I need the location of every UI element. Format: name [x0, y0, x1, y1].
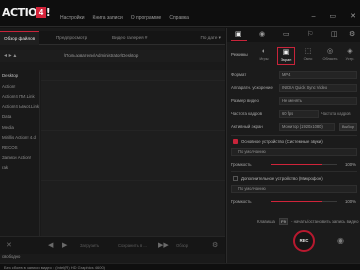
- menu-item-settings[interactable]: Настройки: [60, 15, 85, 21]
- play-icon[interactable]: ▶: [62, 241, 67, 251]
- main-menu: Настройки Книга записи О программе Справ…: [60, 15, 189, 21]
- settings-tab-icon[interactable]: ⚙: [349, 31, 355, 39]
- active-screen-select[interactable]: Монитор (1920x1080): [279, 123, 335, 131]
- file-actions-bar: ✕ ◀ ▶ Загрузить Сохранить в ... ▶▶ Обзор…: [0, 236, 225, 254]
- main-volume-fill: [271, 164, 322, 165]
- screenshot-tab-icon[interactable]: ▭: [283, 31, 290, 39]
- extra-audio-label: Дополнительное устройство (Микрофон): [241, 176, 323, 181]
- browser-tabs: Обзор файлов Предпросмотр Видео галерея …: [0, 31, 225, 45]
- logo-badge: 4: [36, 7, 46, 18]
- active-screen-label: Активный экран: [231, 124, 263, 129]
- hotkey-key: F9: [279, 218, 288, 225]
- framerate-label: Частота кадров: [231, 111, 263, 116]
- tree-item[interactable]: Action!4 ПИ.Link: [2, 94, 35, 99]
- main-audio-checkbox[interactable]: [233, 139, 238, 144]
- mode-screen[interactable]: ▣ Экран: [277, 47, 295, 65]
- tree-item[interactable]: Desktop: [2, 73, 18, 78]
- settings-tabs: ▣ ◉ ▭ ⚐ ◫ ⚙: [227, 28, 360, 42]
- format-label: Формат: [231, 72, 247, 77]
- window-controls: – ▭ ✕: [312, 13, 356, 20]
- maximize-icon[interactable]: ▭: [330, 13, 337, 20]
- stream-tab-icon[interactable]: ◉: [259, 31, 265, 39]
- main-volume-value: 100%: [345, 162, 356, 167]
- hotkey-description: - начать/остановить запись видео: [291, 219, 359, 224]
- path-bar: ◂ ▸ ▴ \Пользователи\Administrator\Deskto…: [0, 50, 225, 62]
- main-volume-label: Громкость: [231, 162, 252, 167]
- mode-region[interactable]: ◎ Область: [321, 47, 339, 65]
- screen-icon: ▣: [282, 49, 290, 56]
- record-button[interactable]: REC: [293, 230, 315, 252]
- delete-icon[interactable]: ✕: [6, 241, 12, 251]
- nav-arrows-icon[interactable]: ◂ ▸ ▴: [4, 52, 16, 59]
- video-size-row: Размер видео Не менять: [231, 97, 357, 105]
- modes-label: Режимы: [231, 52, 248, 57]
- hotkey-prefix: Клавиша: [257, 219, 275, 224]
- sort-dropdown[interactable]: По дате ▾: [201, 35, 221, 41]
- webcam-icon[interactable]: ◉: [337, 236, 344, 245]
- gear-icon[interactable]: ⚙: [212, 241, 218, 251]
- extra-volume-value: 100%: [345, 199, 356, 204]
- minimize-icon[interactable]: –: [312, 13, 316, 20]
- tab-preview[interactable]: Предпросмотр: [52, 31, 91, 45]
- forward-icon[interactable]: ▶▶: [158, 241, 169, 251]
- hw-accel-label: Аппаратн. ускорение: [231, 85, 273, 90]
- mode-device[interactable]: ◈ Устр.: [341, 47, 359, 65]
- window-icon: ⬚: [304, 48, 312, 55]
- format-select[interactable]: MP4: [279, 71, 357, 79]
- tree-item[interactable]: RECOS: [2, 145, 18, 150]
- upload-button[interactable]: Загрузить: [80, 243, 99, 248]
- tab-file-browser[interactable]: Обзор файлов: [0, 31, 40, 45]
- status-bar: Без сбоев в записи видео : (Intel(R) HD …: [0, 263, 360, 270]
- mode-window[interactable]: ⬚ Окно: [299, 47, 317, 65]
- mode-games[interactable]: ◐ Игры: [255, 47, 273, 65]
- video-size-select[interactable]: Не менять: [279, 97, 357, 105]
- framerate-row: Частота кадров 60 fps Частота кадров: [231, 110, 357, 118]
- browse-button[interactable]: Обзор: [176, 243, 188, 248]
- video-size-label: Размер видео: [231, 98, 259, 103]
- status-text: Без сбоев в записи видео : (Intel(R) HD …: [4, 265, 105, 270]
- benchmark-tab-icon[interactable]: ⚐: [307, 31, 313, 39]
- main-audio-device-select[interactable]: По умолчанию: [231, 148, 357, 156]
- tree-item[interactable]: Data: [2, 114, 11, 119]
- extra-volume-label: Громкость: [231, 199, 252, 204]
- tree-item[interactable]: rak: [2, 165, 8, 170]
- active-screen-row: Активный экран Монитор (1920x1080) Выбор: [231, 123, 357, 131]
- app-logo: ACTION! 4: [0, 5, 51, 22]
- region-icon: ◎: [326, 48, 334, 55]
- file-browser-panel: Обзор файлов Предпросмотр Видео галерея …: [0, 28, 225, 263]
- main-audio-label: Основное устройство (Системные звуки): [241, 139, 323, 144]
- select-screen-button[interactable]: Выбор: [339, 123, 357, 131]
- video-tab-icon[interactable]: ▣: [235, 31, 242, 39]
- title-bar: ACTION! 4 Настройки Книга записи О прогр…: [0, 0, 360, 27]
- save-to-button[interactable]: Сохранить в ...: [118, 243, 147, 248]
- tree-item[interactable]: Media: [2, 125, 14, 130]
- menu-item-help[interactable]: Справка: [169, 15, 189, 21]
- tree-item[interactable]: Action!4 Ыwot.Link: [2, 104, 39, 109]
- tree-item[interactable]: Mirillis Action! 4.d: [2, 135, 36, 140]
- menu-item-about[interactable]: О программе: [131, 15, 162, 21]
- folder-tree: Desktop Action! Action!4 ПИ.Link Action!…: [0, 70, 40, 259]
- record-label: REC: [299, 238, 309, 243]
- device-icon: ◈: [347, 48, 353, 55]
- framerate-hint: Частота кадров: [321, 111, 351, 116]
- tab-video-gallery[interactable]: Видео галерея #: [108, 31, 152, 45]
- file-list: [41, 70, 225, 250]
- tree-item[interactable]: Action!: [2, 84, 15, 89]
- current-path[interactable]: \Пользователи\Administrator\Desktop: [64, 53, 138, 58]
- extra-audio-checkbox[interactable]: [233, 176, 238, 181]
- gamepad-icon: ◐: [261, 48, 267, 55]
- settings-panel: ▣ ◉ ▭ ⚐ ◫ ⚙ Режимы ◐ Игры ▣ Экран ⬚ Окно…: [226, 28, 360, 263]
- framerate-select[interactable]: 60 fps: [279, 110, 319, 118]
- tree-item[interactable]: Записи Action!: [2, 155, 31, 160]
- format-row: Формат MP4: [231, 71, 357, 79]
- extra-volume-fill: [271, 201, 322, 202]
- extra-audio-device-select[interactable]: По умолчанию: [231, 185, 357, 193]
- hw-accel-row: Аппаратн. ускорение INIDIA Quick Sync Vi…: [231, 84, 357, 92]
- webcam-tab-icon[interactable]: ◫: [331, 31, 338, 39]
- close-icon[interactable]: ✕: [350, 13, 356, 20]
- menu-item-log[interactable]: Книга записи: [93, 15, 123, 21]
- hw-accel-select[interactable]: INIDIA Quick Sync Video: [279, 84, 357, 92]
- prev-icon[interactable]: ◀: [48, 241, 53, 251]
